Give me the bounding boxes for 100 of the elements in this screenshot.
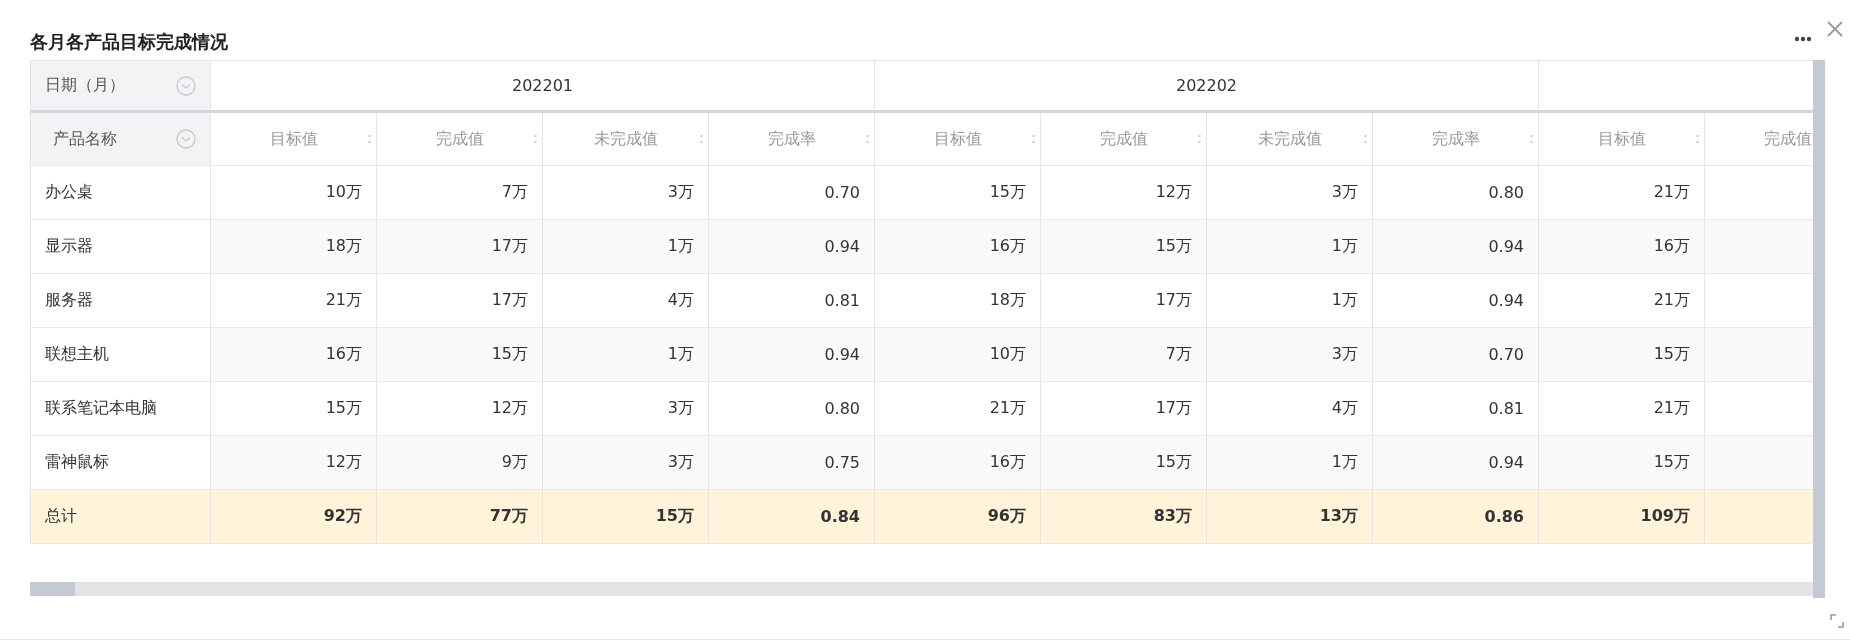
table-cell: 15万 <box>1539 328 1705 382</box>
resize-handle-icon[interactable] <box>1696 134 1699 144</box>
resize-corner-icon[interactable] <box>1830 614 1844 628</box>
table-cell: 0.84 <box>709 490 875 544</box>
table-cell: 77万 <box>377 490 543 544</box>
table-cell: 10万 <box>211 166 377 220</box>
table-cell: 3万 <box>1207 328 1373 382</box>
resize-handle-icon[interactable] <box>534 134 537 144</box>
column-header[interactable]: 完成率 <box>1431 128 1480 150</box>
table-cell: 15万 <box>1041 436 1207 490</box>
table-cell: 0.94 <box>709 220 875 274</box>
resize-handle-icon[interactable] <box>866 134 869 144</box>
table-cell: 3万 <box>1207 166 1373 220</box>
table-cell: 17万 <box>1041 382 1207 436</box>
table-cell: 15万 <box>377 328 543 382</box>
month-header-cell: 202201 <box>211 60 875 113</box>
table-cell: 17万 <box>1041 274 1207 328</box>
dropdown-circle-icon[interactable] <box>176 75 196 96</box>
table-cell: 12万 <box>377 382 543 436</box>
product-name-cell: 雷神鼠标 <box>30 436 211 490</box>
table-cell: 18万 <box>211 220 377 274</box>
table-cell: 0.80 <box>1373 166 1539 220</box>
table-cell: 12万 <box>1041 166 1207 220</box>
table-cell: 18万 <box>875 274 1041 328</box>
column-header[interactable]: 完成值 <box>1763 128 1812 150</box>
table-cell: 21万 <box>1539 382 1705 436</box>
table-cell: 4万 <box>543 274 709 328</box>
column-header[interactable]: 目标值 <box>269 128 318 150</box>
table-cell: 3万 <box>543 166 709 220</box>
column-header[interactable]: 完成值 <box>1099 128 1148 150</box>
table-cell: 0.80 <box>709 382 875 436</box>
table-cell: 17万 <box>377 274 543 328</box>
total-label-cell: 总计 <box>30 490 211 544</box>
product-name-cell: 联想主机 <box>30 328 211 382</box>
table-cell: 92万 <box>211 490 377 544</box>
table-cell: 0.94 <box>1373 436 1539 490</box>
resize-handle-icon[interactable] <box>1032 134 1035 144</box>
vertical-scrollbar[interactable] <box>1813 60 1825 598</box>
table-cell: 16万 <box>875 436 1041 490</box>
table-cell: 10万 <box>875 328 1041 382</box>
table-cell: 16万 <box>875 220 1041 274</box>
column-header[interactable]: 完成值 <box>435 128 484 150</box>
column-header[interactable]: 目标值 <box>1597 128 1646 150</box>
table-cell: 15万 <box>1041 220 1207 274</box>
table-cell: 17万 <box>377 220 543 274</box>
product-name-cell: 联系笔记本电脑 <box>30 382 211 436</box>
table-cell: 13万 <box>1207 490 1373 544</box>
table-cell: 21万 <box>211 274 377 328</box>
table-cell: 15万 <box>1539 436 1705 490</box>
table-cell: 7万 <box>377 166 543 220</box>
table-cell: 0.86 <box>1373 490 1539 544</box>
table-cell: 21万 <box>875 382 1041 436</box>
table-cell: 21万 <box>1539 166 1705 220</box>
column-header[interactable]: 未完成值 <box>593 128 658 150</box>
close-icon[interactable] <box>1826 20 1844 38</box>
resize-handle-icon[interactable] <box>700 134 703 144</box>
table-cell: 1万 <box>1207 436 1373 490</box>
dimension-label: 日期（月） <box>45 75 125 96</box>
table-cell: 0.94 <box>1373 220 1539 274</box>
table-cell: 7万 <box>1041 328 1207 382</box>
table-cell: 0.81 <box>709 274 875 328</box>
resize-handle-icon[interactable] <box>368 134 371 144</box>
column-header[interactable]: 未完成值 <box>1257 128 1322 150</box>
column-header[interactable]: 目标值 <box>933 128 982 150</box>
table-cell: 1万 <box>1207 274 1373 328</box>
table-cell: 0.75 <box>709 436 875 490</box>
table-cell: 21万 <box>1539 274 1705 328</box>
resize-handle-icon[interactable] <box>1364 134 1367 144</box>
table-cell: 3万 <box>543 382 709 436</box>
product-name-cell: 显示器 <box>30 220 211 274</box>
column-header[interactable]: 完成率 <box>767 128 816 150</box>
table-cell: 4万 <box>1207 382 1373 436</box>
table-cell: 15万 <box>543 490 709 544</box>
table-cell: 83万 <box>1041 490 1207 544</box>
table-cell: 0.94 <box>709 328 875 382</box>
table-cell: 9万 <box>377 436 543 490</box>
dimension-label: 产品名称 <box>53 128 117 150</box>
table-cell: 1万 <box>543 328 709 382</box>
table-cell: 96万 <box>875 490 1041 544</box>
resize-handle-icon[interactable] <box>1198 134 1201 144</box>
month-header-cell: 202202 <box>875 60 1539 113</box>
table-cell: 16万 <box>1539 220 1705 274</box>
table-cell: 0.70 <box>1373 328 1539 382</box>
dropdown-circle-icon[interactable] <box>176 129 196 149</box>
more-icon[interactable] <box>1794 36 1812 42</box>
table-cell: 15万 <box>211 382 377 436</box>
resize-handle-icon[interactable] <box>1530 134 1533 144</box>
scrollbar-thumb[interactable] <box>30 582 75 596</box>
table-cell: 109万 <box>1539 490 1705 544</box>
table-cell: 15万 <box>875 166 1041 220</box>
horizontal-scrollbar[interactable] <box>30 582 1813 596</box>
panel-title: 各月各产品目标完成情况 <box>30 30 228 54</box>
table-cell: 0.70 <box>709 166 875 220</box>
table-cell: 1万 <box>1207 220 1373 274</box>
table-cell: 12万 <box>211 436 377 490</box>
table-cell: 1万 <box>543 220 709 274</box>
table-cell: 3万 <box>543 436 709 490</box>
product-name-cell: 办公桌 <box>30 166 211 220</box>
table-cell: 0.81 <box>1373 382 1539 436</box>
product-name-cell: 服务器 <box>30 274 211 328</box>
